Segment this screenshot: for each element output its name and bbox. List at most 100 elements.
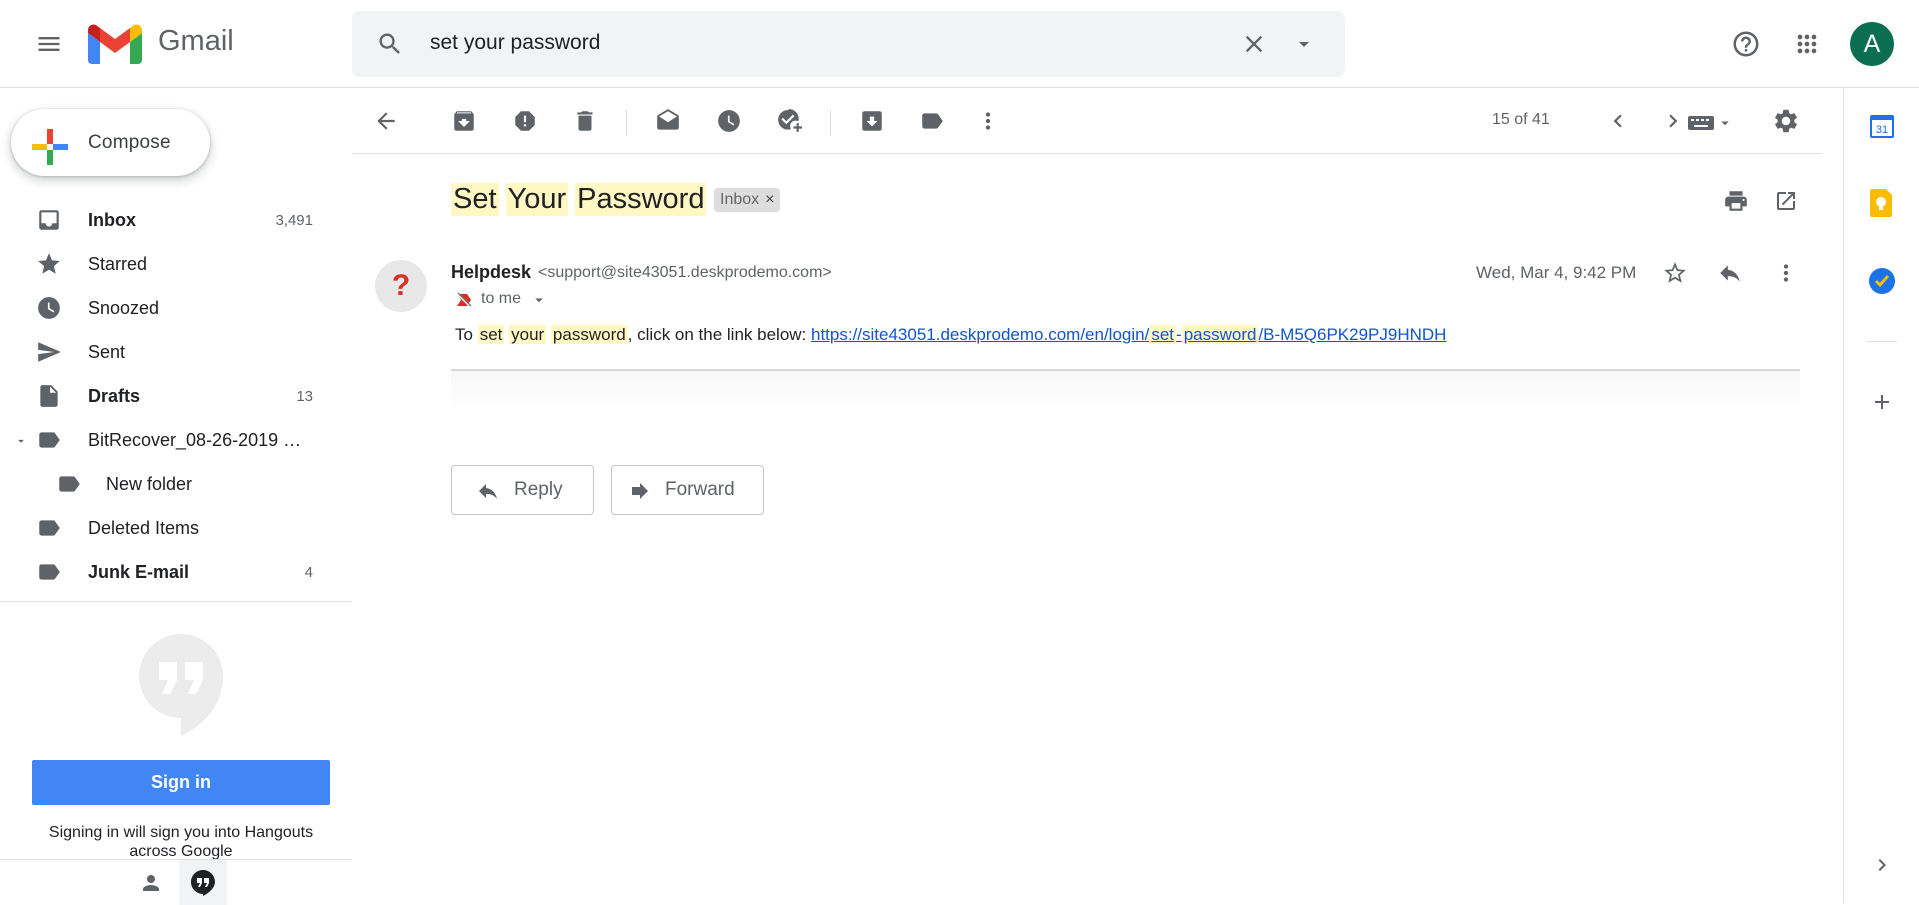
clear-search-icon[interactable] bbox=[1234, 24, 1274, 64]
link-fragment[interactable]: https://site43051.deskprodemo.com/en/log… bbox=[811, 325, 1149, 344]
label-tag-icon bbox=[36, 559, 62, 585]
search-highlight: set bbox=[477, 325, 505, 344]
newer-chevron-left-icon[interactable] bbox=[1598, 101, 1638, 141]
label-chip-text: Inbox bbox=[720, 191, 760, 208]
remove-label-close-icon[interactable]: × bbox=[765, 191, 774, 209]
sidebar-item-new-folder[interactable]: New folder bbox=[0, 462, 330, 506]
search-highlight: password bbox=[550, 325, 628, 344]
move-to-icon[interactable] bbox=[852, 101, 892, 141]
sender-name[interactable]: Helpdesk bbox=[451, 262, 531, 283]
sender-avatar-icon[interactable]: ? bbox=[375, 260, 427, 312]
sidebar-item-label: Deleted Items bbox=[88, 517, 200, 538]
snooze-clock-icon[interactable] bbox=[709, 101, 749, 141]
clock-icon bbox=[36, 295, 62, 321]
sidebar-item-sent[interactable]: Sent bbox=[0, 330, 330, 374]
sidebar-item-label: New folder bbox=[106, 473, 193, 494]
sidebar-item-junk-email[interactable]: Junk E-mail 4 bbox=[0, 550, 330, 594]
body-text-fragment: To bbox=[455, 325, 478, 344]
set-password-link[interactable]: https://site43051.deskprodemo.com/en/log… bbox=[811, 325, 1446, 344]
tasks-icon[interactable] bbox=[1868, 267, 1896, 295]
message-more-vertical-icon[interactable] bbox=[1766, 253, 1806, 293]
compose-plus-icon bbox=[32, 129, 68, 165]
top-header: Gmail set your password A bbox=[0, 0, 1919, 88]
add-to-tasks-icon[interactable] bbox=[769, 101, 809, 141]
star-message-icon[interactable] bbox=[1655, 253, 1695, 293]
unread-count: 4 bbox=[304, 563, 313, 581]
mark-unread-icon[interactable] bbox=[648, 101, 688, 141]
reply-icon bbox=[476, 479, 500, 503]
delete-trash-icon[interactable] bbox=[565, 101, 605, 141]
help-icon[interactable] bbox=[1726, 24, 1766, 64]
message-subject: Set Your Password bbox=[451, 183, 707, 216]
sidebar-item-inbox[interactable]: Inbox 3,491 bbox=[0, 198, 330, 242]
star-icon bbox=[36, 251, 62, 277]
toolbar-divider bbox=[626, 110, 627, 136]
unread-count: 3,491 bbox=[275, 211, 313, 229]
input-tools-keyboard-icon[interactable] bbox=[1688, 108, 1748, 138]
sidebar-item-snoozed[interactable]: Snoozed bbox=[0, 286, 330, 330]
sidebar-item-deleted-items[interactable]: Deleted Items bbox=[0, 506, 330, 550]
importance-marker-icon[interactable] bbox=[455, 291, 473, 309]
reply-button[interactable]: Reply bbox=[451, 465, 594, 515]
app-name[interactable]: Gmail bbox=[158, 25, 234, 58]
sidebar-item-label: Starred bbox=[88, 253, 148, 274]
link-fragment[interactable]: /B-M5Q6PK29PJ9HNDH bbox=[1258, 325, 1446, 344]
message-date: Wed, Mar 4, 9:42 PM bbox=[1476, 263, 1637, 282]
archive-icon[interactable] bbox=[444, 101, 484, 141]
search-icon[interactable] bbox=[370, 24, 410, 64]
hangouts-sign-in-button[interactable]: Sign in bbox=[32, 760, 330, 805]
print-icon[interactable] bbox=[1716, 181, 1756, 221]
link-search-highlight[interactable]: password bbox=[1181, 325, 1259, 344]
forward-icon bbox=[628, 479, 652, 503]
forward-button[interactable]: Forward bbox=[611, 465, 764, 515]
side-panel-divider bbox=[1867, 341, 1897, 342]
account-avatar[interactable]: A bbox=[1850, 22, 1894, 66]
calendar-icon[interactable]: 31 bbox=[1869, 113, 1895, 139]
search-options-icon[interactable] bbox=[1284, 24, 1324, 64]
gmail-logo-icon[interactable] bbox=[88, 24, 142, 64]
reply-arrow-icon[interactable] bbox=[1710, 253, 1750, 293]
search-bar[interactable]: set your password bbox=[352, 11, 1345, 77]
compose-button[interactable]: Compose bbox=[11, 109, 210, 176]
contacts-person-icon[interactable] bbox=[131, 863, 171, 903]
forward-label: Forward bbox=[665, 479, 735, 500]
sidebar-item-label: Snoozed bbox=[88, 297, 160, 318]
open-new-window-icon[interactable] bbox=[1766, 181, 1806, 221]
sidebar-item-label: Drafts bbox=[88, 385, 141, 406]
draft-count: 13 bbox=[296, 387, 313, 405]
inbox-icon bbox=[36, 207, 62, 233]
hangouts-quote-icon bbox=[139, 634, 223, 736]
older-chevron-right-icon[interactable] bbox=[1653, 101, 1693, 141]
settings-gear-icon[interactable] bbox=[1766, 101, 1806, 141]
collapse-arrow-icon[interactable] bbox=[14, 434, 28, 448]
sidebar-item-starred[interactable]: Starred bbox=[0, 242, 330, 286]
search-input[interactable]: set your password bbox=[430, 31, 600, 55]
message-body-footer bbox=[451, 371, 1800, 409]
side-panel: 31 bbox=[1843, 88, 1919, 903]
calendar-day-number: 31 bbox=[1876, 124, 1888, 136]
sidebar-item-bitrecover[interactable]: BitRecover_08-26-2019 … bbox=[0, 418, 330, 462]
get-add-ons-plus-icon[interactable] bbox=[1862, 382, 1902, 422]
subject-word: Your bbox=[505, 183, 569, 216]
sidebar-item-drafts[interactable]: Drafts 13 bbox=[0, 374, 330, 418]
link-fragment[interactable]: - bbox=[1176, 325, 1182, 344]
hangouts-sign-in-note: Signing in will sign you into Hangouts a… bbox=[48, 824, 314, 860]
sidebar-item-label: Junk E-mail bbox=[88, 561, 190, 582]
keep-notes-icon[interactable] bbox=[1869, 189, 1895, 217]
toolbar-divider bbox=[830, 110, 831, 136]
show-details-chevron-icon[interactable] bbox=[530, 291, 548, 309]
reply-label: Reply bbox=[514, 479, 563, 500]
more-vertical-icon[interactable] bbox=[968, 101, 1008, 141]
show-side-panel-chevron-icon[interactable] bbox=[1862, 845, 1902, 885]
link-search-highlight[interactable]: set bbox=[1149, 325, 1177, 344]
hangouts-chat-icon[interactable] bbox=[179, 860, 227, 905]
label-tag-icon bbox=[36, 427, 62, 453]
labels-tag-icon[interactable] bbox=[912, 101, 952, 141]
draft-file-icon bbox=[36, 383, 62, 409]
report-spam-icon[interactable] bbox=[505, 101, 545, 141]
back-arrow-icon[interactable] bbox=[366, 101, 406, 141]
main-menu-icon[interactable] bbox=[29, 24, 69, 64]
label-tag-icon bbox=[56, 471, 82, 497]
apps-grid-icon[interactable] bbox=[1787, 24, 1827, 64]
inbox-label-chip: Inbox × bbox=[714, 188, 781, 212]
